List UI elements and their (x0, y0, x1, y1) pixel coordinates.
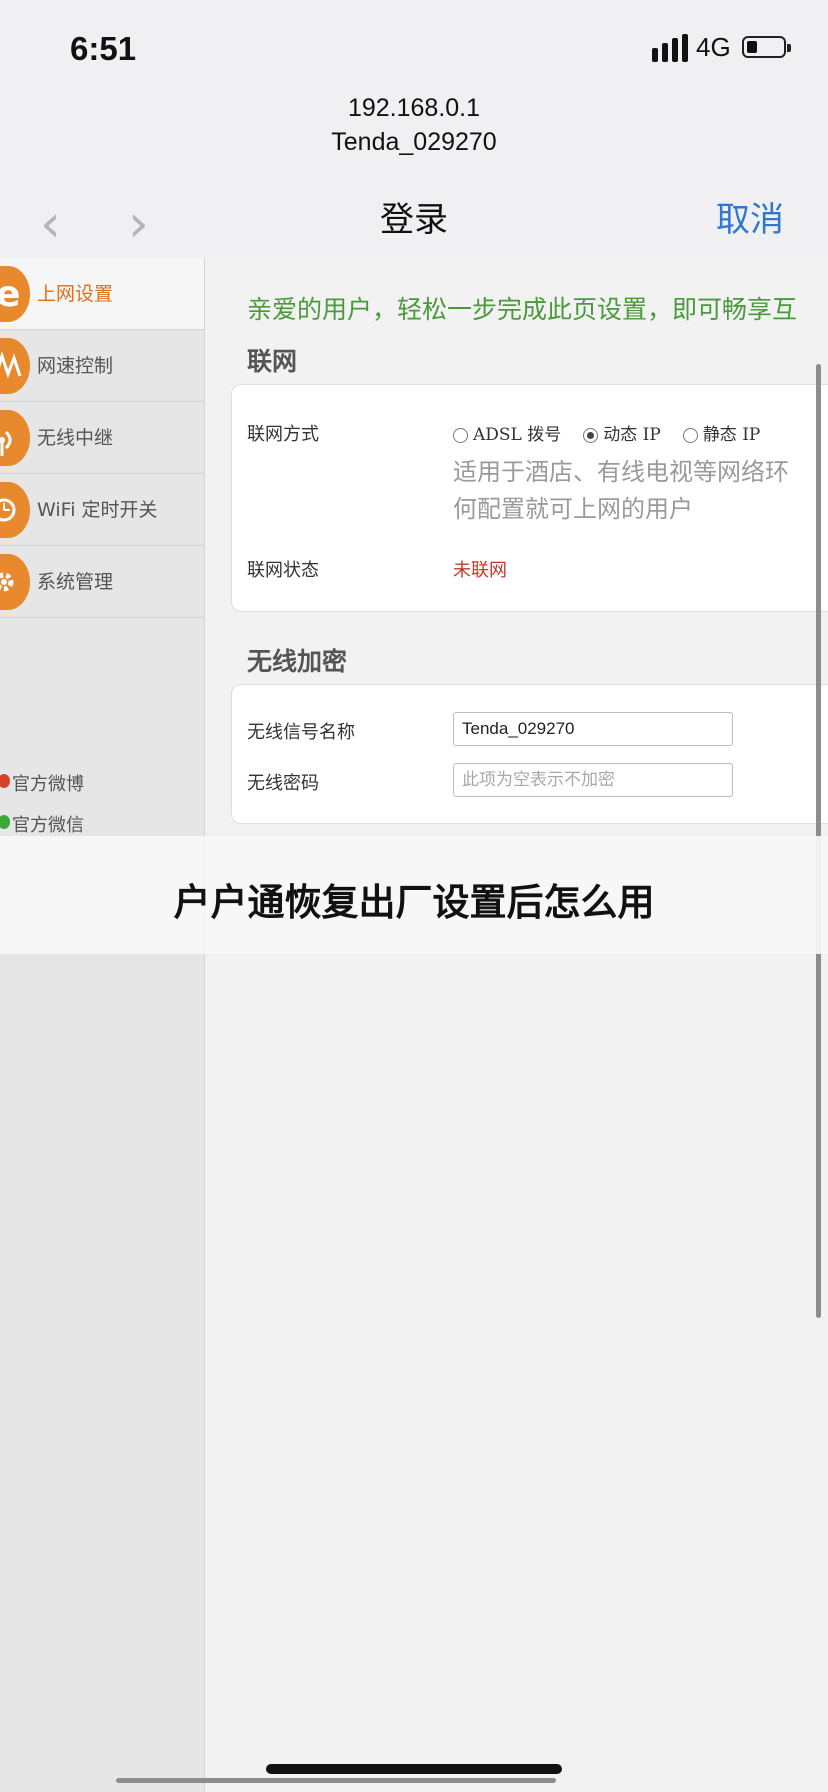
weibo-link[interactable]: 官方微博 (0, 766, 204, 796)
sidebar-item-label: WiFi 定时开关 (37, 499, 158, 521)
wechat-label: 官方微信 (12, 815, 84, 836)
wifi-timer-icon (0, 482, 30, 538)
host-address: 192.168.0.1 (347, 94, 481, 122)
sidebar-item-label: 无线中继 (37, 427, 114, 449)
sidebar-item-label: 上网设置 (37, 283, 114, 305)
network-name: Tenda_029270 (331, 128, 497, 156)
sidebar-item-wifi-timer[interactable]: WiFi 定时开关 (0, 474, 204, 546)
network-type: 4G (696, 32, 731, 62)
weibo-icon (0, 774, 10, 788)
internet-e-icon: e (0, 266, 30, 322)
sidebar-item-wireless-relay[interactable]: 无线中继 (0, 402, 204, 474)
connection-status-label: 联网状态 (247, 560, 319, 581)
connection-status-value: 未联网 (453, 560, 507, 581)
sidebar-item-speed-control[interactable]: 网速控制 (0, 330, 204, 402)
gear-icon (0, 554, 30, 610)
password-input[interactable] (453, 763, 733, 797)
radio-static-ip[interactable]: 静态 IP (682, 420, 760, 445)
connection-mode-hint: 适用于酒店、有线电视等网络环 何配置就可上网的用户 (453, 454, 828, 528)
sidebar-item-label: 网速控制 (37, 355, 114, 377)
status-time: 6:51 (70, 30, 137, 67)
horizontal-scrollbar[interactable] (116, 1778, 556, 1783)
radio-dynamic-ip[interactable]: 动态 IP (583, 420, 661, 445)
hint-line: 何配置就可上网的用户 (453, 495, 693, 523)
main-content: 亲爱的用户，轻松一步完成此页设置，即可畅享互 联网 联网方式 ADSL 拨号 动态… (205, 258, 828, 1792)
radio-adsl[interactable]: ADSL 拨号 (453, 420, 561, 445)
sidebar-item-system-management[interactable]: 系统管理 (0, 546, 204, 618)
weibo-label: 官方微博 (12, 774, 84, 795)
network-section-title: 联网 (247, 347, 298, 376)
signal-bars-icon (652, 34, 688, 62)
wechat-icon (0, 815, 10, 829)
caption-text: 户户通恢复出厂设置后怎么用 (173, 881, 655, 924)
cancel-button[interactable]: 取消 (716, 192, 784, 241)
connection-mode-label: 联网方式 (247, 424, 319, 445)
wireless-relay-icon (0, 410, 30, 466)
ssid-label: 无线信号名称 (247, 722, 355, 743)
sidebar-item-label: 系统管理 (37, 571, 114, 593)
wireless-card (231, 684, 828, 824)
sidebar: e 上网设置 网速控制 无线中继 WiFi 定时开关 系统管理 官方微博 官方微… (0, 258, 205, 1792)
svg-text:e: e (0, 274, 20, 314)
ssid-input[interactable] (453, 712, 733, 746)
browser-header: 192.168.0.1 Tenda_029270 ‹ › 登录 取消 (0, 86, 828, 259)
wireless-section-title: 无线加密 (247, 647, 348, 676)
password-label: 无线密码 (247, 773, 319, 794)
sidebar-item-internet-settings[interactable]: e 上网设置 (0, 258, 204, 330)
connection-mode-options: ADSL 拨号 动态 IP 静态 IP (453, 420, 782, 445)
home-indicator[interactable] (266, 1764, 562, 1774)
welcome-message: 亲爱的用户，轻松一步完成此页设置，即可畅享互 (247, 295, 798, 324)
battery-low-icon (742, 36, 791, 58)
page-title: 登录 (380, 200, 448, 240)
speed-wave-icon (0, 338, 30, 394)
wechat-link[interactable]: 官方微信 (0, 807, 204, 837)
status-bar: 6:51 4G (0, 0, 828, 96)
hint-line: 适用于酒店、有线电视等网络环 (453, 458, 789, 486)
